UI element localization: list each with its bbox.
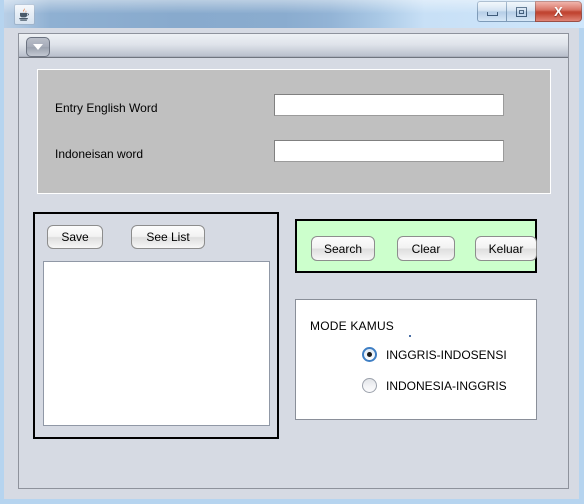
action-buttons-panel: Search Clear Keluar [295, 219, 537, 273]
clear-button[interactable]: Clear [397, 236, 455, 261]
radio-option-inggris-indonesia[interactable]: INGGRIS-INDOSENSI [362, 347, 507, 362]
search-button[interactable]: Search [311, 236, 375, 261]
minimize-button[interactable] [477, 1, 506, 22]
indonesian-word-input[interactable] [274, 140, 504, 162]
application-window: X Entry English Word Indoneisan word Sav… [0, 0, 584, 504]
radio-selected-icon[interactable] [362, 347, 377, 362]
window-controls: X [477, 1, 582, 23]
radio-label-inggris-indonesia: INGGRIS-INDOSENSI [386, 347, 507, 362]
java-coffee-cup-icon[interactable] [14, 4, 35, 25]
radio-unselected-icon[interactable] [362, 378, 377, 393]
maximize-button[interactable] [506, 1, 535, 22]
title-bar[interactable]: X [4, 0, 584, 28]
english-word-label: Entry English Word [55, 101, 158, 115]
dictionary-mode-panel: MODE KAMUS INGGRIS-INDOSENSI INDONESIA-I… [295, 299, 537, 420]
entry-form-panel: Entry English Word Indoneisan word [37, 69, 551, 194]
dot-artifact [409, 335, 411, 337]
see-list-button[interactable]: See List [131, 225, 205, 249]
window-frame: X Entry English Word Indoneisan word Sav… [0, 0, 584, 504]
close-button[interactable]: X [535, 1, 582, 22]
radio-option-indonesia-inggris[interactable]: INDONESIA-INGGRIS [362, 378, 507, 393]
radio-label-indonesia-inggris: INDONESIA-INGGRIS [386, 378, 507, 393]
word-list-panel: Save See List [33, 212, 279, 439]
save-button[interactable]: Save [47, 225, 103, 249]
maximize-icon [515, 6, 527, 17]
chevron-down-icon [33, 44, 43, 50]
toolbar-dropdown-button[interactable] [26, 37, 50, 57]
toolbar [19, 34, 568, 58]
minimize-icon [486, 12, 498, 16]
english-word-input[interactable] [274, 94, 504, 116]
indonesian-word-label: Indoneisan word [55, 147, 144, 161]
close-icon: X [554, 4, 563, 19]
keluar-exit-button[interactable]: Keluar [475, 236, 537, 261]
word-list-area[interactable] [43, 261, 270, 426]
content-frame: Entry English Word Indoneisan word Save … [18, 33, 569, 489]
mode-panel-title: MODE KAMUS [310, 319, 395, 333]
